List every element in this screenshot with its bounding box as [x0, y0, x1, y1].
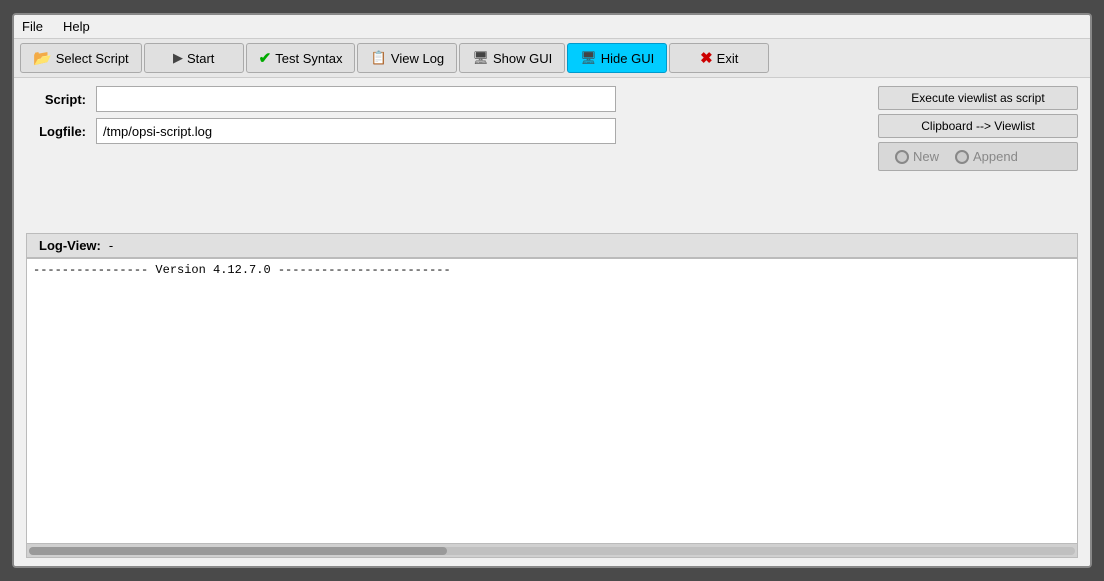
menu-file[interactable]: File [18, 17, 47, 36]
form-fields: Script: Logfile: [26, 86, 848, 144]
right-panel: Execute viewlist as script Clipboard -->… [878, 86, 1078, 171]
radio-group: New Append [878, 142, 1078, 171]
logfile-input[interactable] [96, 118, 616, 144]
exit-label: Exit [717, 51, 739, 66]
radio-new-label: New [913, 149, 939, 164]
logfile-label: Logfile: [26, 124, 86, 139]
test-syntax-label: Test Syntax [275, 51, 342, 66]
show-gui-label: Show GUI [493, 51, 552, 66]
script-input[interactable] [96, 86, 616, 112]
toolbar: 📂 Select Script ▶ Start ✔ Test Syntax 📋 … [14, 39, 1090, 78]
log-view-dash: - [109, 238, 113, 253]
main-content: Script: Logfile: Execute viewlist as scr… [14, 78, 1090, 566]
radio-append-label: Append [973, 149, 1018, 164]
start-button[interactable]: ▶ Start [144, 43, 244, 73]
check-icon: ✔ [259, 49, 272, 67]
hide-gui-label: Hide GUI [601, 51, 654, 66]
horizontal-scrollbar[interactable] [27, 543, 1077, 557]
select-script-label: Select Script [56, 51, 129, 66]
log-area[interactable]: ---------------- Version 4.12.7.0 ------… [27, 259, 1077, 543]
radio-append-option[interactable]: Append [955, 149, 1018, 164]
execute-viewlist-button[interactable]: Execute viewlist as script [878, 86, 1078, 110]
monitor-icon: 🖥 [472, 50, 489, 66]
radio-append-circle [955, 150, 969, 164]
log-area-wrapper: ---------------- Version 4.12.7.0 ------… [26, 258, 1078, 558]
exit-button[interactable]: ✖ Exit [669, 43, 769, 73]
exit-icon: ✖ [700, 49, 713, 67]
select-script-button[interactable]: 📂 Select Script [20, 43, 142, 73]
log-icon: 📋 [371, 50, 387, 66]
log-view-header: Log-View: - [26, 233, 1078, 258]
menubar: File Help [14, 15, 1090, 39]
form-section: Script: Logfile: Execute viewlist as scr… [26, 86, 1078, 171]
radio-new-option[interactable]: New [895, 149, 939, 164]
log-view-label: Log-View: [39, 238, 101, 253]
menu-help[interactable]: Help [59, 17, 94, 36]
log-view-section: Log-View: - ---------------- Version 4.1… [26, 233, 1078, 558]
scrollbar-track [29, 547, 1075, 555]
hide-gui-button[interactable]: 🖥 Hide GUI [567, 43, 667, 73]
folder-icon: 📂 [33, 49, 52, 67]
scrollbar-thumb[interactable] [29, 547, 447, 555]
clipboard-viewlist-button[interactable]: Clipboard --> Viewlist [878, 114, 1078, 138]
start-icon: ▶ [173, 50, 183, 66]
logfile-row: Logfile: [26, 118, 848, 144]
radio-new-circle [895, 150, 909, 164]
show-gui-button[interactable]: 🖥 Show GUI [459, 43, 565, 73]
script-row: Script: [26, 86, 848, 112]
start-label: Start [187, 51, 214, 66]
hide-icon: 🖥 [580, 50, 597, 66]
script-label: Script: [26, 92, 86, 107]
main-window: File Help 📂 Select Script ▶ Start ✔ Test… [12, 13, 1092, 568]
spacer [26, 177, 1078, 227]
view-log-button[interactable]: 📋 View Log [357, 43, 457, 73]
view-log-label: View Log [391, 51, 444, 66]
test-syntax-button[interactable]: ✔ Test Syntax [246, 43, 356, 73]
